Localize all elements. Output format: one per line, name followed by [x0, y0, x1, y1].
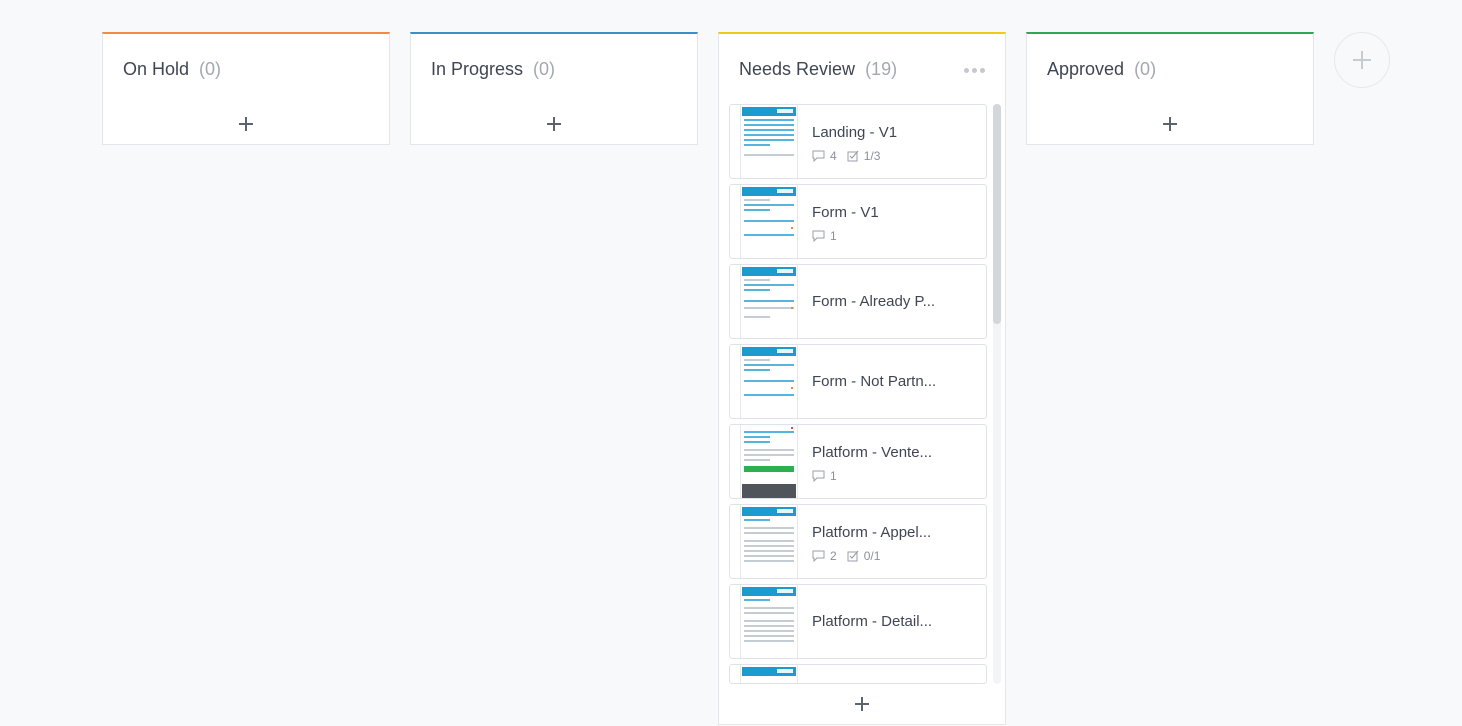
checkbox-icon: [847, 550, 859, 562]
card[interactable]: Platform - Appel... 2 0/1: [729, 504, 987, 579]
card-title: Platform - Detail...: [812, 613, 933, 630]
card[interactable]: Form - Not Partn...: [729, 344, 987, 419]
card-title: Form - V1: [812, 204, 879, 221]
column-count: (0): [199, 58, 222, 79]
column-in-progress: In Progress (0): [410, 32, 698, 145]
column-approved: Approved (0): [1026, 32, 1314, 145]
column-title: Needs Review: [739, 58, 856, 79]
comment-count: 4: [830, 149, 837, 163]
comment-icon: [812, 230, 825, 242]
add-card-button[interactable]: [103, 104, 389, 144]
card-thumbnail: [740, 425, 798, 498]
add-card-button[interactable]: [411, 104, 697, 144]
column-count: (0): [533, 58, 556, 79]
column-header: Approved (0): [1027, 34, 1313, 104]
column-needs-review: Needs Review (19) Landing - V1 4 1/3 For…: [718, 32, 1006, 725]
column-on-hold: On Hold (0): [102, 32, 390, 145]
comment-icon: [812, 550, 825, 562]
kanban-board: On Hold (0) In Progress (0) Needs Review…: [0, 0, 1462, 726]
card[interactable]: Platform - Vente... 1: [729, 424, 987, 499]
card-title: Platform - Vente...: [812, 444, 933, 461]
add-card-button[interactable]: [719, 684, 1005, 724]
column-title: On Hold: [123, 58, 190, 79]
scrollbar[interactable]: [993, 104, 1001, 684]
card-title: Form - Already P...: [812, 293, 936, 310]
card-thumbnail: [740, 585, 798, 658]
column-header: On Hold (0): [103, 34, 389, 104]
add-column-button[interactable]: [1334, 32, 1390, 88]
comment-count: 1: [830, 469, 837, 483]
card[interactable]: Form - V1 1: [729, 184, 987, 259]
card[interactable]: Platform - Detail...: [729, 584, 987, 659]
comment-count: 2: [830, 549, 837, 563]
task-count: 1/3: [863, 149, 881, 163]
add-card-button[interactable]: [1027, 104, 1313, 144]
card-thumbnail: [740, 185, 798, 258]
more-horizontal-icon[interactable]: [964, 68, 985, 73]
comment-count: 1: [830, 229, 837, 243]
card-thumbnail: [740, 265, 798, 338]
column-title: In Progress: [431, 58, 524, 79]
scrollbar-thumb[interactable]: [993, 104, 1001, 324]
plus-icon: [239, 117, 253, 131]
card-thumbnail: [740, 665, 798, 683]
column-header: In Progress (0): [411, 34, 697, 104]
column-count: (19): [865, 58, 898, 79]
task-count: 0/1: [863, 549, 881, 563]
card-thumbnail: [740, 505, 798, 578]
card-thumbnail: [740, 345, 798, 418]
column-header: Needs Review (19): [719, 34, 1005, 104]
plus-icon: [547, 117, 561, 131]
column-count: (0): [1134, 58, 1157, 79]
card-title: Platform - Appel...: [812, 524, 932, 541]
plus-icon: [1163, 117, 1177, 131]
card[interactable]: Form - Already P...: [729, 264, 987, 339]
card-list[interactable]: Landing - V1 4 1/3 Form - V1 1 Form - Al…: [719, 104, 1005, 684]
card-title: Landing - V1: [812, 124, 898, 141]
plus-icon: [1353, 51, 1371, 69]
card-thumbnail: [740, 105, 798, 178]
card[interactable]: Landing - V1 4 1/3: [729, 104, 987, 179]
plus-icon: [855, 697, 869, 711]
comment-icon: [812, 150, 825, 162]
column-title: Approved: [1047, 58, 1125, 79]
comment-icon: [812, 470, 825, 482]
card-title: Form - Not Partn...: [812, 373, 937, 390]
checkbox-icon: [847, 150, 859, 162]
card[interactable]: [729, 664, 987, 684]
